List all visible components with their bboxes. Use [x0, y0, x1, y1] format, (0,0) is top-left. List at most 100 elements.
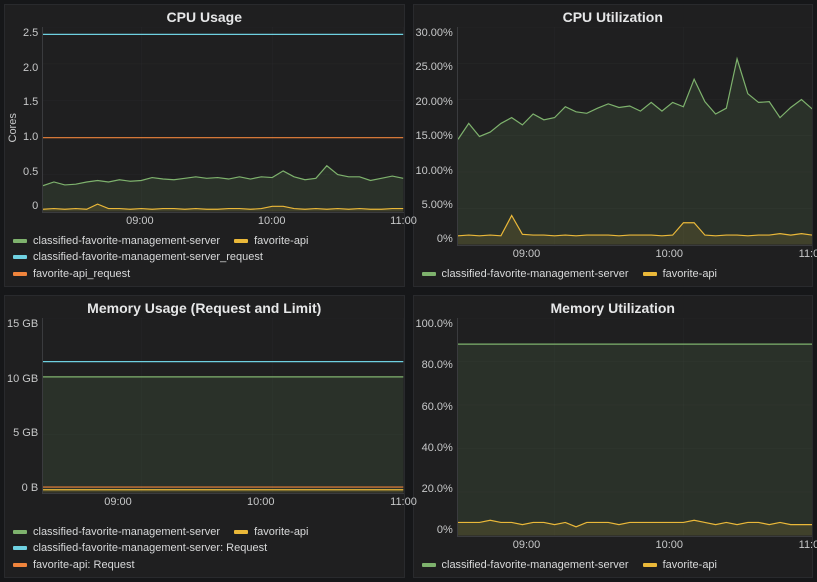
dashboard: CPU UsageCores2.52.01.51.00.500.509:0010… — [0, 0, 817, 582]
x-tick: 11:00 — [390, 496, 417, 508]
legend-item[interactable]: classified-favorite-management-server — [422, 266, 629, 283]
y-tick: 1.0 — [23, 131, 38, 143]
legend-item[interactable]: favorite-api — [234, 233, 308, 250]
x-tick: 10:00 — [247, 496, 275, 508]
legend-label: classified-favorite-management-server: R… — [33, 540, 267, 557]
x-axis-ticks: 09:0010:0011:00 — [420, 248, 813, 262]
y-tick: 2.0 — [23, 62, 38, 74]
y-tick: 20.0% — [422, 483, 453, 495]
chart-legend: classified-favorite-management-server fav… — [414, 262, 813, 287]
y-tick: 30.00% — [416, 27, 453, 39]
panel-mem-util: Memory Utilization100.0% 80.0% 60.0% 40.0% 2… — [413, 295, 814, 578]
legend-swatch — [13, 255, 27, 259]
chart-plot[interactable] — [457, 27, 812, 246]
legend-swatch — [13, 239, 27, 243]
legend-label: favorite-api — [254, 524, 308, 541]
y-tick: 15.00% — [416, 130, 453, 142]
x-tick: 10:00 — [258, 215, 286, 227]
panel-title: Memory Utilization — [414, 296, 813, 318]
y-axis-ticks: 15 GB10 GB5 GB0 B — [5, 318, 42, 494]
legend-item[interactable]: favorite-api — [643, 266, 717, 283]
y-tick: 80.0% — [422, 359, 453, 371]
legend-item[interactable]: classified-favorite-management-server: R… — [13, 540, 267, 557]
y-tick: 15 GB — [7, 318, 38, 330]
x-tick: 11:00 — [799, 539, 817, 551]
y-axis-ticks: 30.00% 25.00% 20.00% 15.00% 10.00% 5.00% 0% — [414, 27, 457, 246]
x-tick: 09:00 — [513, 539, 541, 551]
x-tick: 09:00 — [104, 496, 132, 508]
panel-cpu-usage: CPU UsageCores2.5 2.0 1.5 1.0 0.5 00.5 09:00 10… — [4, 4, 405, 287]
legend-swatch — [643, 563, 657, 567]
y-tick: 5.00% — [422, 199, 453, 211]
y-tick: 60.0% — [422, 401, 453, 413]
y-tick: 0% — [437, 233, 453, 245]
legend-label: classified-favorite-management-server — [442, 557, 629, 574]
panel-body: 30.00% 25.00% 20.00% 15.00% 10.00% 5.00% 0%10.… — [414, 27, 813, 262]
chart-plot[interactable] — [457, 318, 812, 537]
legend-item[interactable]: favorite-api — [234, 524, 308, 541]
y-tick: 20.00% — [416, 96, 453, 108]
legend-label: favorite-api — [663, 266, 717, 283]
legend-swatch — [13, 530, 27, 534]
legend-swatch — [422, 563, 436, 567]
chart-legend: classified-favorite-management-server fav… — [5, 520, 404, 578]
x-tick: 09:00 — [126, 215, 154, 227]
panel-body: Cores2.52.01.51.00.500.509:0010:0011:00 — [5, 27, 404, 229]
y-tick: 100.0% — [416, 318, 453, 330]
y-tick: 40.0% — [422, 442, 453, 454]
legend-label: classified-favorite-management-server — [33, 524, 220, 541]
legend-item[interactable]: favorite-api_request — [13, 266, 130, 283]
legend-item[interactable]: classified-favorite-management-server_re… — [13, 249, 263, 266]
y-tick: 10.00% — [416, 165, 453, 177]
y-axis-ticks: 2.5 2.0 1.5 1.0 0.5 0 — [21, 27, 42, 213]
x-tick: 09:00 — [513, 248, 541, 260]
legend-label: classified-favorite-management-server — [442, 266, 629, 283]
legend-label: favorite-api_request — [33, 266, 130, 283]
chart-plot[interactable] — [42, 318, 403, 494]
y-tick: 0% — [437, 524, 453, 536]
legend-swatch — [422, 272, 436, 276]
panel-body: 100.0% 80.0% 60.0% 40.0% 20.0% 0%100.0% 09:00 1… — [414, 318, 813, 553]
chart-legend: classified-favorite-management-server fav… — [5, 229, 404, 287]
legend-item[interactable]: classified-favorite-management-server — [13, 524, 220, 541]
y-tick: 0 B — [22, 482, 39, 494]
y-axis-label: Cores — [5, 27, 21, 229]
x-axis-ticks: 09:0010:0011:00 — [11, 496, 404, 510]
panel-title: CPU Utilization — [414, 5, 813, 27]
x-tick: 10:00 — [656, 539, 684, 551]
panel-mem-usage: Memory Usage (Request and Limit)15 GB 10 … — [4, 295, 405, 578]
chart-legend: classified-favorite-management-server fav… — [414, 553, 813, 578]
legend-item[interactable]: favorite-api: Request — [13, 557, 135, 574]
legend-item[interactable]: favorite-api — [643, 557, 717, 574]
legend-item[interactable]: classified-favorite-management-server — [422, 557, 629, 574]
legend-swatch — [13, 272, 27, 276]
legend-swatch — [643, 272, 657, 276]
chart-plot[interactable] — [42, 27, 403, 213]
x-axis-ticks: 09:0010:0011:00 — [41, 215, 404, 229]
x-tick: 11:00 — [799, 248, 817, 260]
y-tick: 0 — [32, 200, 38, 212]
legend-label: favorite-api — [254, 233, 308, 250]
x-tick: 11:00 — [390, 215, 417, 227]
panel-title: CPU Usage — [5, 5, 404, 27]
y-tick: 0.5 — [23, 166, 38, 178]
legend-item[interactable]: classified-favorite-management-server — [13, 233, 220, 250]
legend-swatch — [234, 239, 248, 243]
y-tick: 10 GB — [7, 373, 38, 385]
legend-label: favorite-api — [663, 557, 717, 574]
panel-body: 15 GB10 GB5 GB0 B10 GB09:0010:0011:00 — [5, 318, 404, 520]
x-axis-ticks: 09:0010:0011:00 — [420, 539, 813, 553]
legend-swatch — [13, 546, 27, 550]
legend-label: favorite-api: Request — [33, 557, 135, 574]
x-tick: 10:00 — [656, 248, 684, 260]
legend-label: classified-favorite-management-server_re… — [33, 249, 263, 266]
panel-title: Memory Usage (Request and Limit) — [5, 296, 404, 318]
y-tick: 2.5 — [23, 27, 38, 39]
legend-swatch — [234, 530, 248, 534]
series-area — [458, 344, 812, 535]
y-axis-ticks: 100.0% 80.0% 60.0% 40.0% 20.0% 0% — [414, 318, 457, 537]
y-tick: 25.00% — [416, 61, 453, 73]
panel-cpu-util: CPU Utilization30.00% 25.00% 20.00% 15.00% 1… — [413, 4, 814, 287]
legend-swatch — [13, 563, 27, 567]
y-tick: 1.5 — [23, 96, 38, 108]
